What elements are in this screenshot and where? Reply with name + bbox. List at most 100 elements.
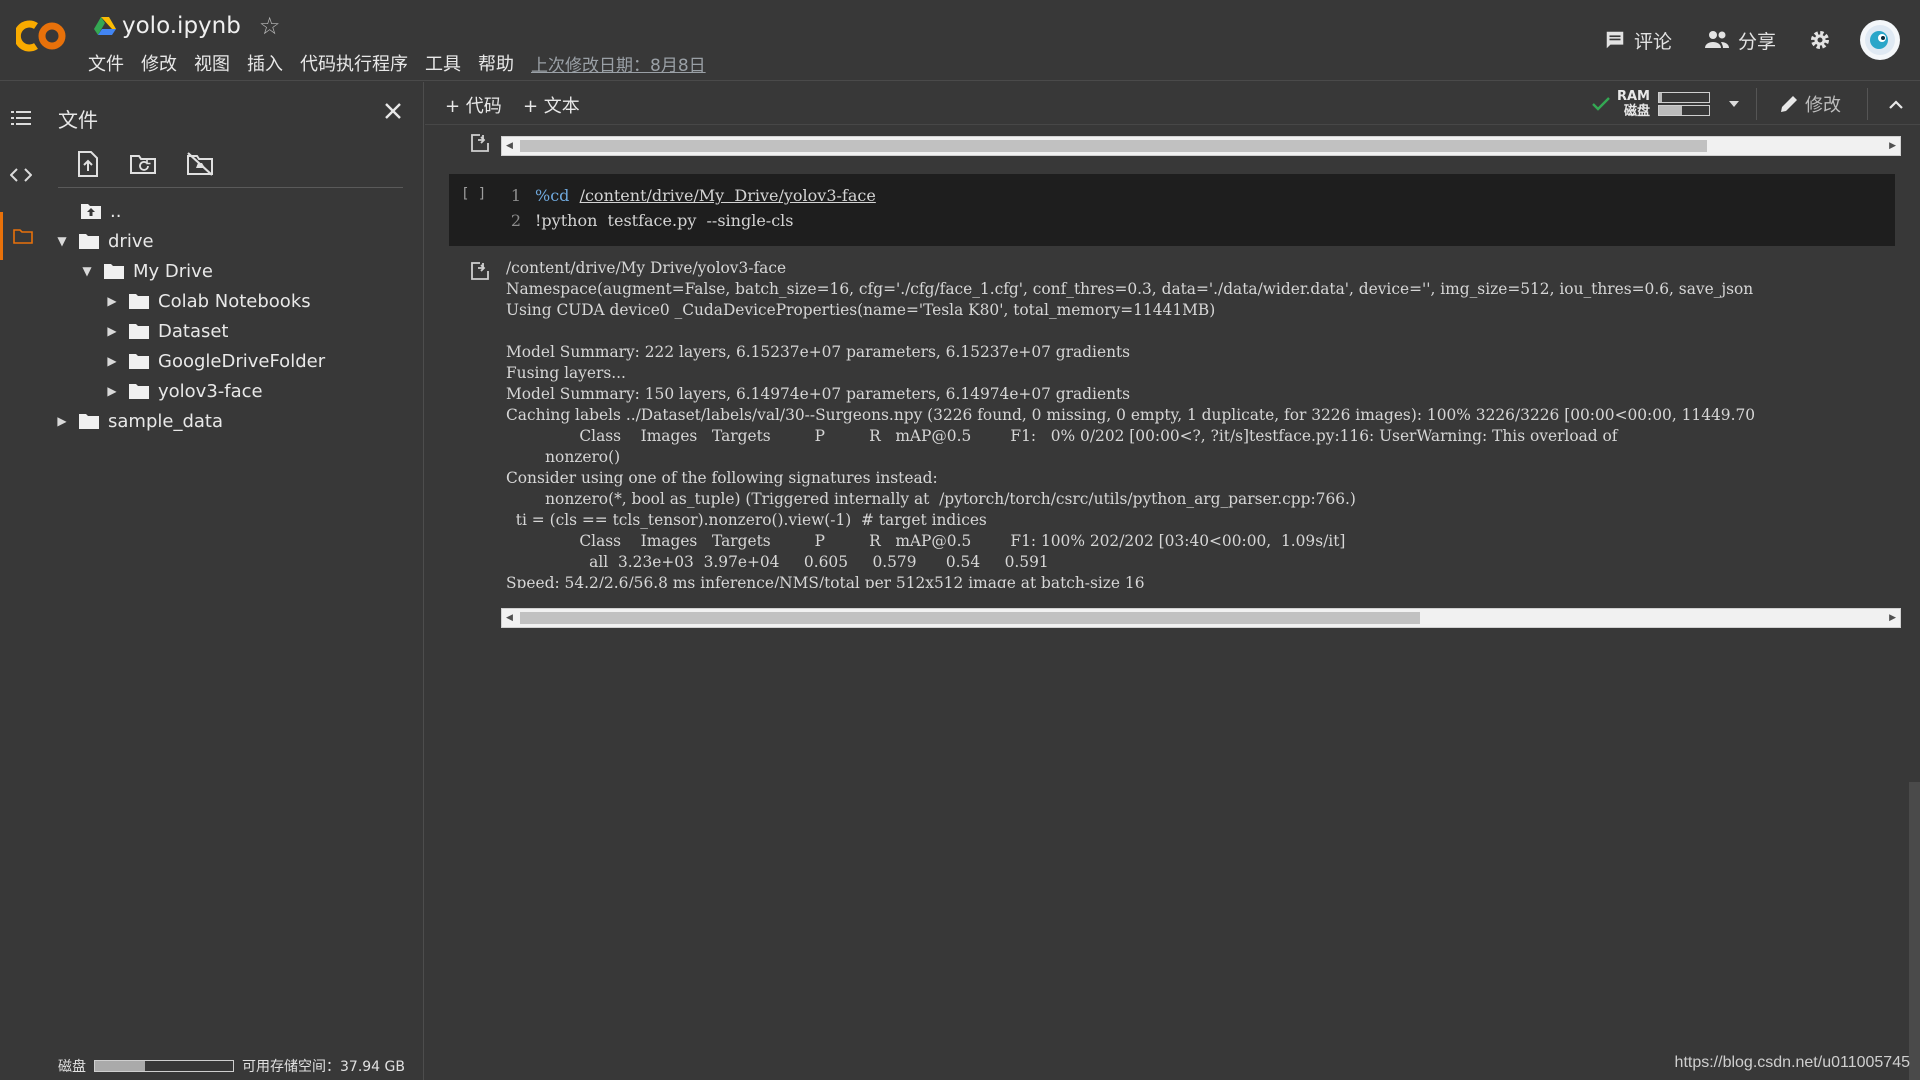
avatar-image: [1865, 25, 1895, 55]
unmount-drive-button[interactable]: [184, 148, 216, 180]
tree-item-my-drive[interactable]: ▼ My Drive: [77, 256, 213, 286]
tree-item-parent[interactable]: ..: [80, 196, 121, 226]
code-line-1[interactable]: 1 %cd /content/drive/My Drive/yolov3-face: [499, 186, 876, 205]
comment-icon: [1606, 31, 1624, 49]
comment-button[interactable]: 评论: [1604, 27, 1672, 54]
storage-available-label: 可用存储空间：37.94 GB: [242, 1059, 405, 1075]
scroll-right-arrow-icon[interactable]: ▶: [1889, 613, 1896, 623]
output-line: Namespace(augment=False, batch_size=16, …: [506, 280, 1754, 298]
files-divider: [58, 187, 403, 188]
code-line-2[interactable]: 2 !python testface.py --single-cls: [499, 211, 794, 230]
colab-logo[interactable]: [16, 18, 72, 54]
scroll-left-arrow-icon[interactable]: ◀: [506, 141, 513, 151]
cd-path: /content/drive/My Drive/yolov3-face: [579, 186, 876, 205]
tree-label-parent: ..: [110, 200, 122, 222]
refresh-folder-button[interactable]: [128, 148, 160, 180]
gear-icon[interactable]: [1808, 28, 1832, 52]
tree-item-yolov3-face[interactable]: ▶ yolov3-face: [102, 376, 263, 406]
upload-file-button[interactable]: [72, 148, 104, 180]
google-drive-icon[interactable]: [94, 16, 116, 36]
menu-view[interactable]: 视图: [194, 50, 230, 76]
menu-help[interactable]: 帮助: [478, 50, 514, 76]
output-scrollbar-top[interactable]: ◀ ▶: [501, 136, 1901, 156]
folder-icon: [129, 354, 149, 369]
folder-icon: [104, 264, 124, 279]
folder-up-icon: [81, 204, 101, 219]
menu-runtime[interactable]: 代码执行程序: [300, 50, 408, 76]
caret-right-icon[interactable]: ▶: [102, 294, 122, 308]
cell-output[interactable]: /content/drive/My Drive/yolov3-face Name…: [506, 258, 1900, 588]
menu-edit[interactable]: 修改: [141, 50, 177, 76]
code-cell[interactable]: [ ] 1 %cd /content/drive/My Drive/yolov3-…: [449, 174, 1895, 246]
code-snippets-button[interactable]: [0, 155, 42, 195]
tree-item-sample-data[interactable]: ▶ sample_data: [52, 406, 223, 436]
output-line: /content/drive/My Drive/yolov3-face: [506, 259, 787, 277]
output-line: Model Summary: 150 layers, 6.14974e+07 p…: [506, 385, 1131, 403]
upload-file-icon: [78, 151, 98, 177]
menu-bar: 文件 修改 视图 插入 代码执行程序 工具 帮助 上次修改日期：8月8日: [88, 50, 723, 76]
scrollbar-thumb-bottom[interactable]: [520, 612, 1421, 624]
drive-off-icon: [187, 152, 213, 176]
tree-label-sample-data: sample_data: [108, 410, 223, 432]
caret-right-icon[interactable]: ▶: [102, 324, 122, 338]
toolbar-divider: [1756, 88, 1757, 120]
menu-file[interactable]: 文件: [88, 50, 124, 76]
output-line: Fusing layers...: [506, 364, 626, 382]
watermark: https://blog.csdn.net/u011005745: [1674, 1054, 1910, 1071]
share-label: 分享: [1737, 30, 1776, 53]
folder-icon: [79, 234, 99, 249]
tree-label-yolov3-face: yolov3-face: [158, 380, 263, 402]
tree-item-drive[interactable]: ▼ drive: [52, 226, 153, 256]
caret-right-icon[interactable]: ▶: [102, 384, 122, 398]
close-icon[interactable]: [381, 99, 405, 123]
tree-item-google-drive-folder[interactable]: ▶ GoogleDriveFolder: [102, 346, 325, 376]
share-button[interactable]: 分享: [1704, 27, 1776, 54]
scroll-left-arrow-icon[interactable]: ◀: [506, 613, 513, 623]
ram-usage-fill: [1659, 93, 1662, 102]
chevron-up-icon[interactable]: [1888, 99, 1904, 109]
output-toggle-icon[interactable]: [469, 260, 491, 282]
output-line: Using CUDA device0 _CudaDeviceProperties…: [506, 301, 1216, 319]
scrollbar-thumb-top[interactable]: [520, 140, 1707, 152]
tree-label-google-drive-folder: GoogleDriveFolder: [158, 350, 326, 372]
dropdown-arrow-icon[interactable]: [1728, 100, 1740, 108]
add-text-button[interactable]: + 文本: [523, 92, 580, 118]
app-header: yolo.ipynb ☆ 文件 修改 视图 插入 代码执行程序 工具 帮助 上次…: [0, 0, 1920, 81]
last-modified-link[interactable]: 上次修改日期：8月8日: [531, 51, 706, 76]
folder-outline-icon: [12, 229, 33, 244]
output-toggle-icon[interactable]: [469, 132, 491, 154]
scroll-right-arrow-icon[interactable]: ▶: [1889, 141, 1896, 151]
disk-usage-bar-toolbar: [1658, 105, 1710, 116]
tree-label-my-drive: My Drive: [133, 260, 213, 282]
disk-usage-fill-toolbar: [1659, 106, 1682, 115]
tree-item-dataset[interactable]: ▶ Dataset: [102, 316, 228, 346]
notebook-vertical-scrollbar[interactable]: [1909, 782, 1920, 1080]
output-scrollbar-bottom[interactable]: ◀ ▶: [501, 608, 1901, 628]
output-line: Class Images Targets P R mAP@0.5 F1: 100…: [506, 532, 1346, 550]
caret-right-icon[interactable]: ▶: [102, 354, 122, 368]
folder-icon: [129, 294, 149, 309]
disk-usage-label: 磁盘: [58, 1059, 86, 1075]
caret-right-icon[interactable]: ▶: [52, 414, 72, 428]
output-line: Consider using one of the following sign…: [506, 469, 938, 487]
caret-down-icon[interactable]: ▼: [52, 234, 72, 248]
ram-usage-bar: [1658, 92, 1710, 103]
avatar[interactable]: [1860, 20, 1900, 60]
add-code-button[interactable]: + 代码: [445, 92, 502, 118]
folder-icon: [129, 384, 149, 399]
files-button[interactable]: [0, 212, 42, 260]
caret-down-icon[interactable]: ▼: [77, 264, 97, 278]
notebook-title[interactable]: yolo.ipynb: [122, 13, 241, 39]
list-icon: [11, 111, 31, 125]
tree-item-colab-notebooks[interactable]: ▶ Colab Notebooks: [102, 286, 310, 316]
output-text: /content/drive/My Drive/yolov3-face Name…: [506, 258, 1900, 588]
table-of-contents-button[interactable]: [0, 98, 42, 138]
star-icon[interactable]: ☆: [259, 12, 281, 40]
notebook-area: + 代码 + 文本 RAM 磁盘 修改 ◀ ▶ [] 1 %cd /conte…: [425, 82, 1920, 1080]
menu-tools[interactable]: 工具: [425, 50, 461, 76]
run-cell-button[interactable]: [ ]: [461, 186, 486, 202]
resources-indicator[interactable]: RAM 磁盘: [1591, 89, 1740, 119]
menu-insert[interactable]: 插入: [247, 50, 283, 76]
folder-icon: [79, 414, 99, 429]
edit-button[interactable]: 修改: [1779, 91, 1841, 117]
